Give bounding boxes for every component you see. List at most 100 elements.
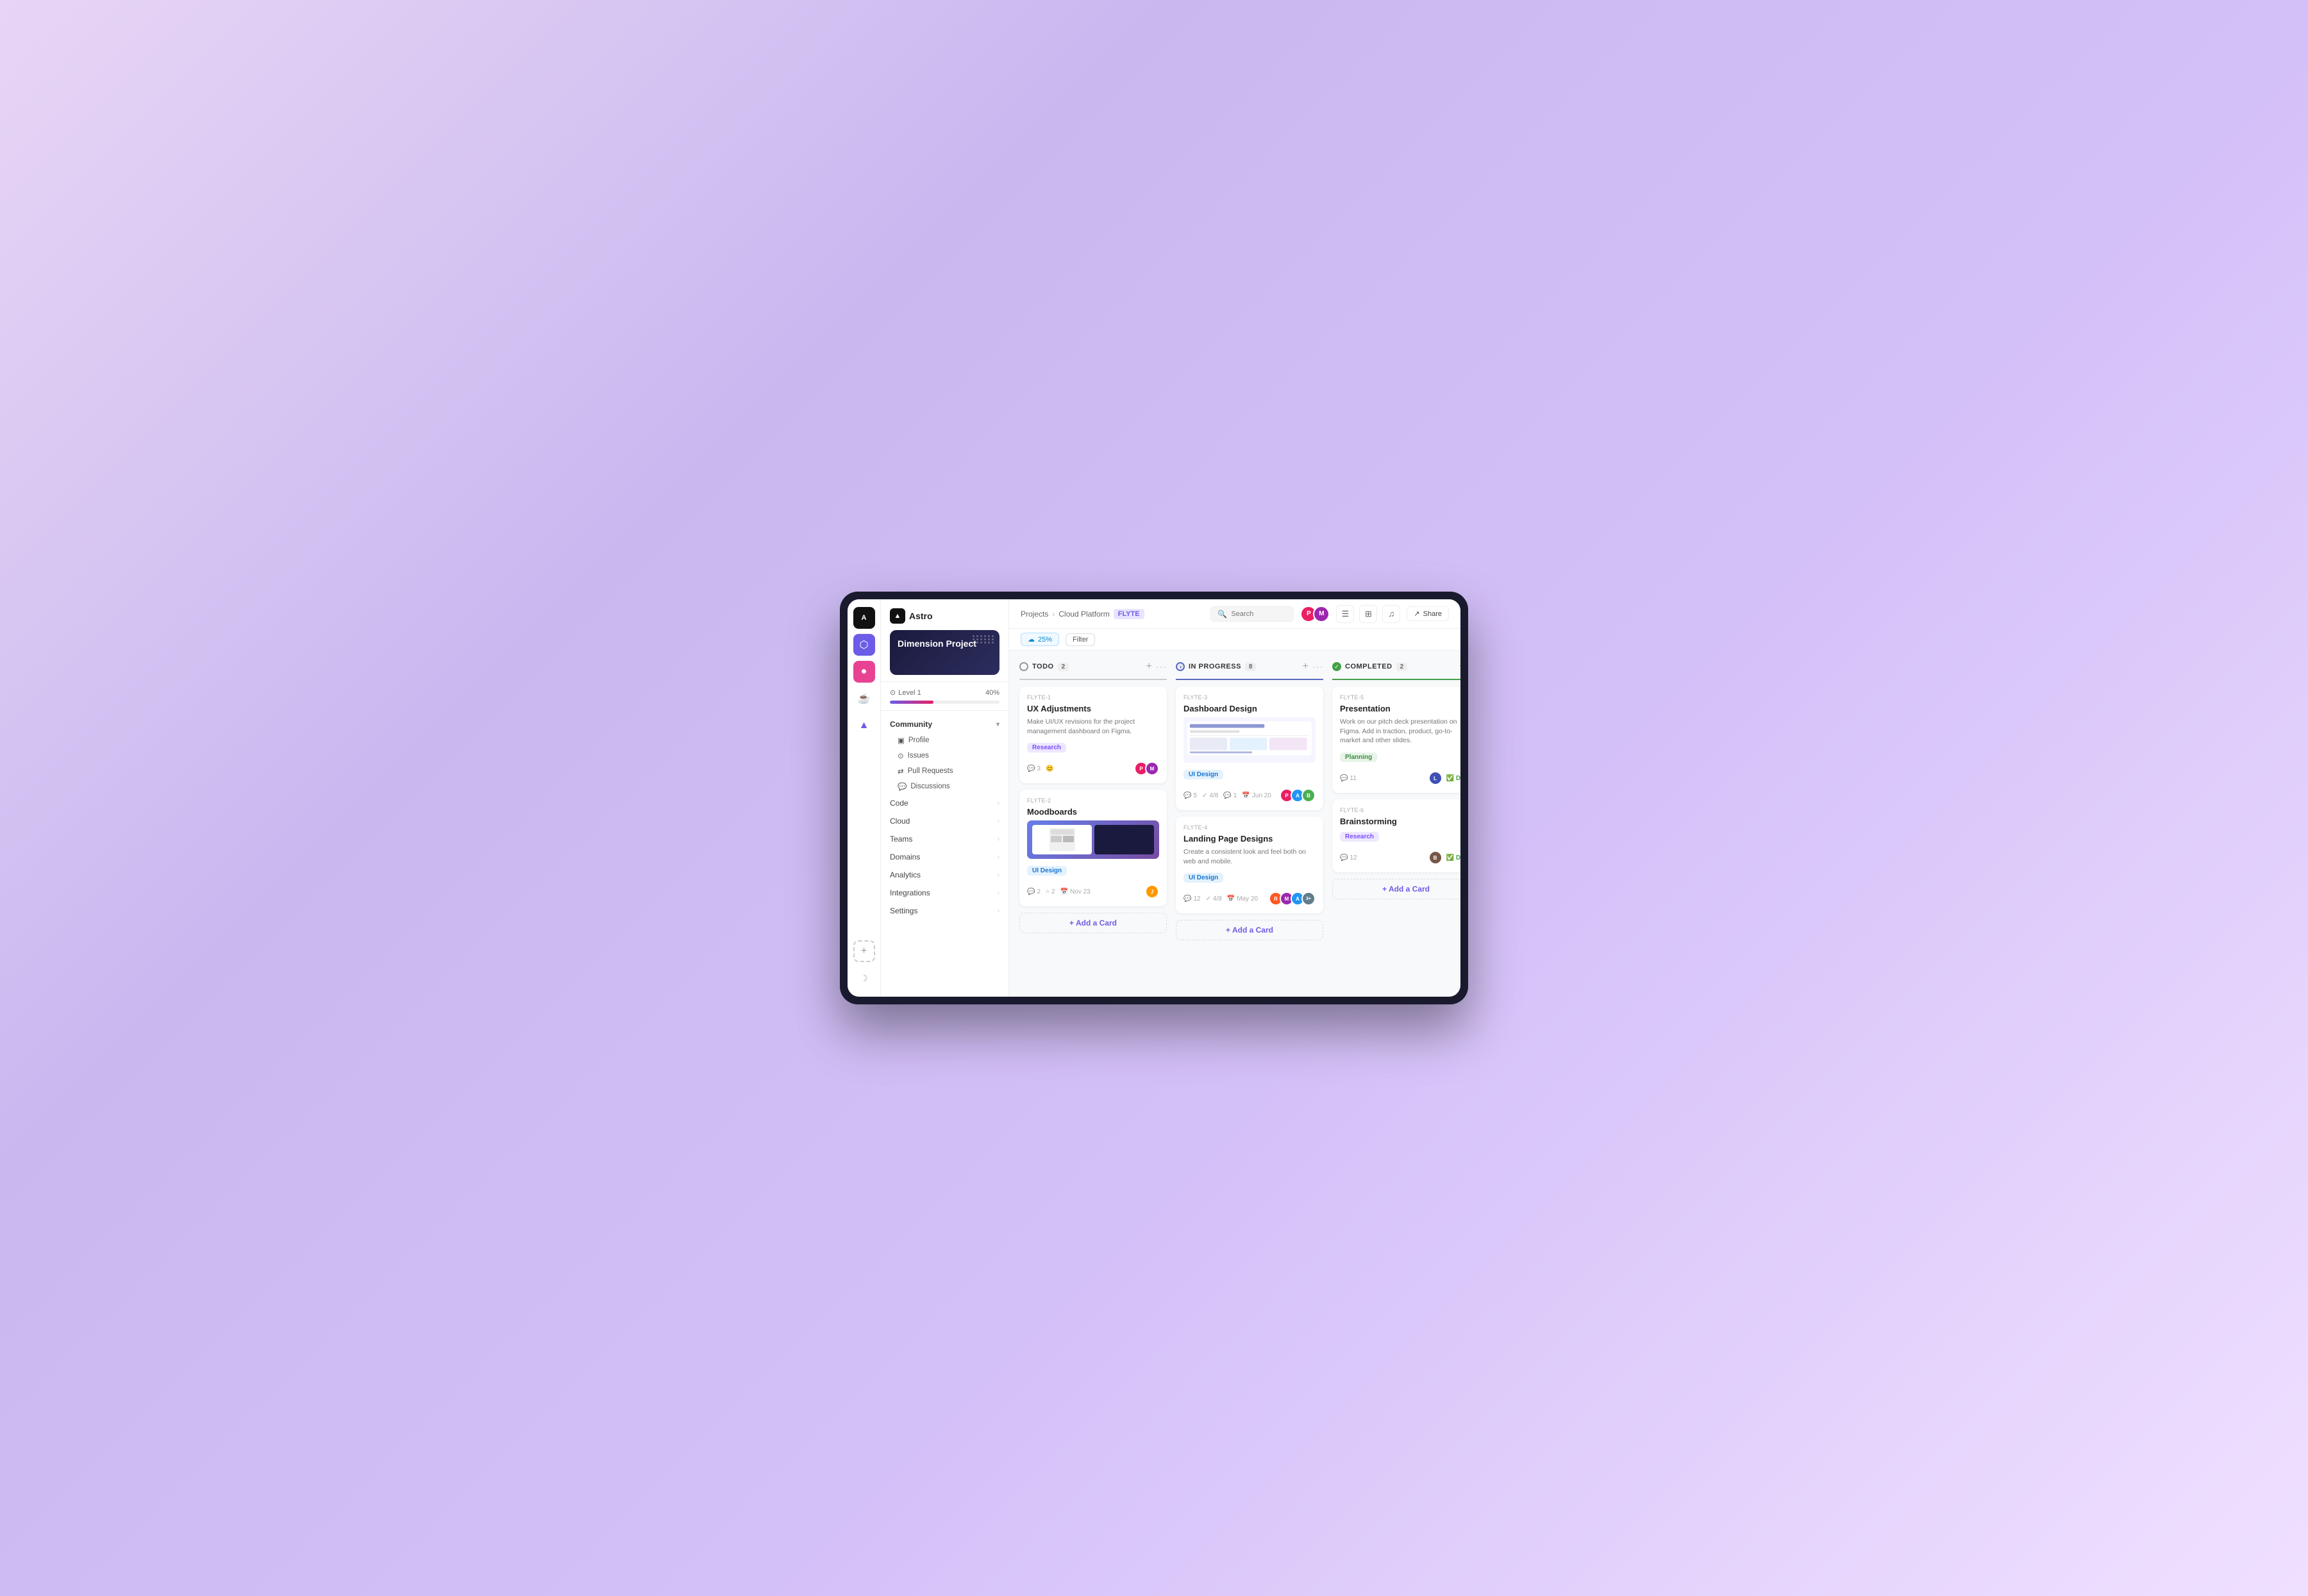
col-header-inprogress: ◑ IN PROGRESS 8 + ··· bbox=[1176, 661, 1323, 680]
project-card[interactable]: Dimension Project bbox=[890, 630, 999, 675]
nav-item-analytics[interactable]: Analytics › bbox=[881, 866, 1008, 884]
sidebar-item-issues[interactable]: ⊙ Issues bbox=[881, 748, 1008, 763]
rail-home[interactable]: ⬡ bbox=[853, 634, 875, 656]
col-title-todo: TODO bbox=[1032, 663, 1054, 670]
comment-count-6: 💬 12 bbox=[1340, 854, 1357, 861]
level-label: ⊙ Level 1 bbox=[890, 688, 921, 697]
rail-triangle[interactable]: ▲ bbox=[853, 715, 875, 736]
breadcrumb-projects[interactable]: Projects bbox=[1021, 610, 1048, 619]
card-avatar-4d: 3+ bbox=[1301, 892, 1316, 906]
filter-button[interactable]: Filter bbox=[1066, 633, 1095, 646]
moodboard-thumb-1 bbox=[1032, 825, 1092, 854]
app-layout: A ⬡ ● ☕ ▲ + ☽ ▲ Astro bbox=[848, 599, 1460, 997]
col-title-inprogress: IN PROGRESS bbox=[1189, 663, 1241, 670]
main-content: Projects › Cloud Platform FLYTE 🔍 P M bbox=[1009, 599, 1460, 997]
more-options-todo[interactable]: ··· bbox=[1156, 661, 1167, 672]
comment-icon-3: 💬 bbox=[1183, 792, 1191, 799]
nav-group-community[interactable]: Community ▾ bbox=[881, 716, 1008, 733]
share-icon: ↗ bbox=[1414, 610, 1419, 618]
add-card-icon-todo[interactable]: + bbox=[1146, 661, 1152, 672]
card-tag-4[interactable]: UI Design bbox=[1183, 873, 1223, 883]
card-title-1: UX Adjustments bbox=[1027, 704, 1159, 713]
chevron-right-icon: › bbox=[998, 890, 999, 897]
rail-logo[interactable]: A bbox=[853, 607, 875, 629]
card-avatar-3c: B bbox=[1301, 788, 1316, 802]
add-card-icon-inprogress[interactable]: + bbox=[1303, 661, 1309, 672]
card-footer-4: 💬 12 ✓ 4/8 📅 May 20 bbox=[1183, 892, 1316, 906]
search-input[interactable] bbox=[1231, 610, 1287, 618]
breadcrumb-platform[interactable]: Cloud Platform bbox=[1058, 610, 1109, 619]
topbar: Projects › Cloud Platform FLYTE 🔍 P M bbox=[1009, 599, 1460, 629]
breadcrumb: Projects › Cloud Platform FLYTE bbox=[1021, 609, 1144, 619]
project-title: Dimension Project bbox=[898, 638, 992, 649]
card-flyte-4[interactable]: FLYTE-4 Landing Page Designs Create a co… bbox=[1176, 817, 1323, 913]
card-tag-3[interactable]: UI Design bbox=[1183, 770, 1223, 779]
breadcrumb-tag[interactable]: FLYTE bbox=[1114, 609, 1144, 619]
app-name: Astro bbox=[909, 611, 933, 621]
nav-item-code[interactable]: Code › bbox=[881, 794, 1008, 812]
calendar-icon-3: 📅 bbox=[1242, 792, 1250, 799]
sidebar-item-pull-requests[interactable]: ⇄ Pull Requests bbox=[881, 763, 1008, 779]
col-header-completed: ✓ COMPLETED 2 + ··· bbox=[1332, 661, 1460, 680]
add-card-button-completed[interactable]: + Add a Card bbox=[1332, 879, 1460, 899]
nav-item-cloud[interactable]: Cloud › bbox=[881, 812, 1008, 830]
avatar-2: M bbox=[1313, 606, 1330, 622]
more-options-inprogress[interactable]: ··· bbox=[1312, 661, 1323, 672]
card-tag-5[interactable]: Planning bbox=[1340, 752, 1377, 762]
rail-dot-red[interactable]: ● bbox=[853, 661, 875, 683]
card-flyte-3[interactable]: FLYTE-3 Dashboard Design bbox=[1176, 686, 1323, 810]
card-title-2: Moodboards bbox=[1027, 807, 1159, 817]
card-id-6: FLYTE-6 bbox=[1340, 807, 1460, 813]
discussions-icon: 💬 bbox=[898, 782, 907, 791]
nav-item-teams[interactable]: Teams › bbox=[881, 830, 1008, 848]
share-button[interactable]: ↗ Share bbox=[1407, 606, 1449, 621]
card-id-5: FLYTE-5 bbox=[1340, 694, 1460, 701]
sidebar-item-discussions[interactable]: 💬 Discussions bbox=[881, 779, 1008, 794]
comment-count-4: 💬 12 bbox=[1183, 895, 1201, 902]
app-logo: ▲ Astro bbox=[890, 608, 999, 624]
audio-button[interactable]: ♫ bbox=[1382, 605, 1400, 623]
card-flyte-2[interactable]: FLYTE-2 Moodboards UI Design bbox=[1019, 790, 1167, 906]
grid-view-button[interactable]: ⊞ bbox=[1359, 605, 1377, 623]
kanban-board: TODO 2 + ··· FLYTE-1 UX Adjustments bbox=[1009, 651, 1460, 997]
sidebar-item-profile[interactable]: ▣ Profile bbox=[881, 733, 1008, 748]
rail-coffee[interactable]: ☕ bbox=[853, 688, 875, 710]
card-tag-1[interactable]: Research bbox=[1027, 743, 1066, 752]
card-id-4: FLYTE-4 bbox=[1183, 824, 1316, 831]
done-section-5: L ✅ Done bbox=[1428, 771, 1460, 785]
card-desc-1: Make UI/UX revisions for the project man… bbox=[1027, 717, 1159, 736]
level-progress-fill bbox=[890, 701, 933, 704]
done-check-icon-5: ✅ bbox=[1446, 775, 1454, 782]
card-flyte-5[interactable]: FLYTE-5 Presentation Work on our pitch d… bbox=[1332, 686, 1460, 793]
level-pct: 40% bbox=[985, 689, 999, 697]
list-view-button[interactable]: ☰ bbox=[1336, 605, 1354, 623]
add-card-icon-completed[interactable]: + bbox=[1459, 661, 1460, 672]
nav-item-settings[interactable]: Settings › bbox=[881, 902, 1008, 920]
col-title-group-inprogress: ◑ IN PROGRESS 8 bbox=[1176, 662, 1256, 671]
card-flyte-1[interactable]: FLYTE-1 UX Adjustments Make UI/UX revisi… bbox=[1019, 686, 1167, 783]
comment2-icon-3: 💬 bbox=[1223, 792, 1231, 799]
nav-item-integrations[interactable]: Integrations › bbox=[881, 884, 1008, 902]
card-tag-6[interactable]: Research bbox=[1340, 832, 1379, 842]
add-card-button-todo[interactable]: + Add a Card bbox=[1019, 913, 1167, 933]
card-meta-1: 💬 3 😊 bbox=[1027, 765, 1053, 772]
avatar-group: P M bbox=[1300, 606, 1330, 622]
card-tag-2[interactable]: UI Design bbox=[1027, 866, 1067, 876]
card-flyte-6[interactable]: FLYTE-6 Brainstorming Research 💬 12 bbox=[1332, 799, 1460, 872]
card-id-3: FLYTE-3 bbox=[1183, 694, 1316, 701]
chevron-right-icon: › bbox=[998, 872, 999, 879]
card-footer-5: 💬 11 L ✅ bbox=[1340, 771, 1460, 785]
card-desc-5: Work on our pitch deck presentation on F… bbox=[1340, 717, 1460, 745]
card-avatars-4: R M A 3+ bbox=[1269, 892, 1316, 906]
filter-chip-progress[interactable]: ☁ 25% bbox=[1021, 633, 1059, 646]
level-bar-section: ⊙ Level 1 40% bbox=[881, 682, 1008, 711]
done-check-icon-6: ✅ bbox=[1446, 854, 1454, 861]
search-box[interactable]: 🔍 bbox=[1210, 606, 1294, 622]
done-badge-5: ✅ Done bbox=[1446, 775, 1460, 782]
nav-item-domains[interactable]: Domains › bbox=[881, 848, 1008, 866]
add-card-button-inprogress[interactable]: + Add a Card bbox=[1176, 920, 1323, 940]
rail-moon[interactable]: ☽ bbox=[853, 967, 875, 989]
rail-add[interactable]: + bbox=[853, 940, 875, 962]
level-header: ⊙ Level 1 40% bbox=[890, 688, 999, 697]
card-avatars-5: L bbox=[1428, 771, 1442, 785]
